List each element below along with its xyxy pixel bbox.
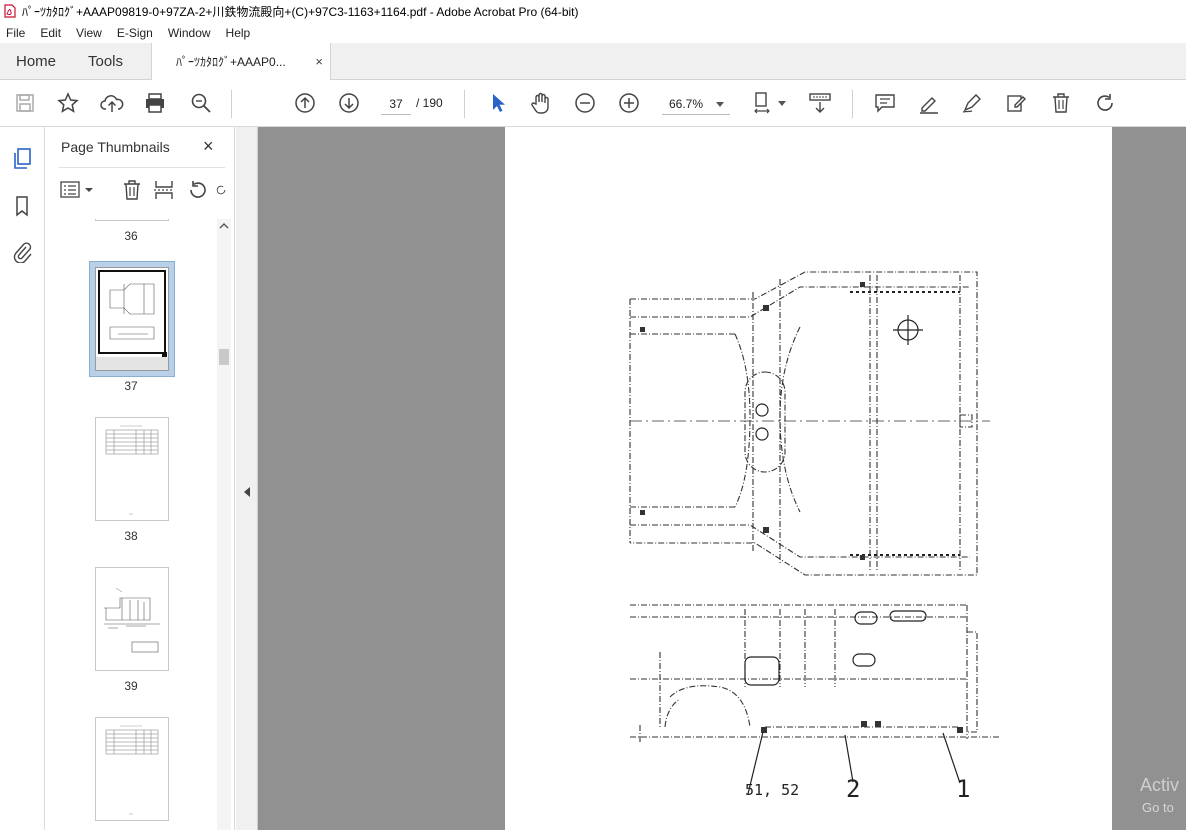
thumbnail-page-number: 37 bbox=[124, 379, 138, 393]
tab-document[interactable]: ﾊﾟｰﾂｶﾀﾛｸﾞ+AAAP0... × bbox=[151, 43, 331, 80]
activation-watermark-sub: Go to bbox=[1142, 800, 1174, 815]
zoom-search-icon[interactable] bbox=[189, 91, 213, 115]
window-title: ﾊﾟｰﾂｶﾀﾛｸﾞ+AAAP09819-0+97ZA-2+川鉄物流殿向+(C)+… bbox=[22, 4, 579, 19]
pdf-page: 51, 52 2 1 bbox=[505, 127, 1112, 830]
scroll-mode-icon[interactable] bbox=[808, 91, 832, 115]
callout-label-51-52: 51, 52 bbox=[745, 781, 800, 799]
draw-freehand-icon[interactable] bbox=[960, 91, 984, 115]
chevron-down-icon bbox=[716, 102, 724, 107]
rotate-page-icon[interactable] bbox=[187, 179, 209, 201]
thumbnail-page-36[interactable] bbox=[95, 219, 169, 221]
more-tools-icon[interactable] bbox=[215, 179, 227, 201]
tab-document-label: ﾊﾟｰﾂｶﾀﾛｸﾞ+AAAP0... bbox=[176, 55, 286, 69]
thumbnail-list: 36 37 38 39 bbox=[45, 219, 217, 830]
next-page-icon[interactable] bbox=[337, 91, 361, 115]
main-toolbar: 37 / 190 66.7% bbox=[0, 81, 1186, 127]
scrollbar-thumb[interactable] bbox=[219, 349, 229, 365]
bookmark-star-icon[interactable] bbox=[56, 91, 80, 115]
callout-label-2: 2 bbox=[846, 775, 861, 803]
menu-file[interactable]: File bbox=[4, 26, 27, 40]
split-page-icon[interactable] bbox=[153, 179, 175, 201]
page-thumbnails-icon[interactable] bbox=[10, 147, 34, 171]
thumbnail-page-number: 39 bbox=[124, 679, 138, 693]
page-thumbnails-panel: Page Thumbnails × 36 37 38 39 bbox=[45, 127, 235, 830]
edit-pdf-icon[interactable] bbox=[1004, 91, 1028, 115]
rotate-icon[interactable] bbox=[1093, 91, 1117, 115]
save-icon[interactable] bbox=[13, 91, 37, 115]
menu-help[interactable]: Help bbox=[224, 26, 253, 40]
bookmarks-icon[interactable] bbox=[10, 194, 34, 218]
comment-icon[interactable] bbox=[873, 91, 897, 115]
highlight-pen-icon[interactable] bbox=[917, 91, 941, 115]
activation-watermark: Activ bbox=[1140, 775, 1180, 795]
zoom-in-icon[interactable] bbox=[617, 91, 641, 115]
thumbnail-page-38[interactable] bbox=[95, 417, 169, 521]
tab-tools[interactable]: Tools bbox=[88, 53, 123, 70]
panel-divider bbox=[59, 167, 225, 168]
callout-label-1: 1 bbox=[956, 775, 971, 803]
menu-window[interactable]: Window bbox=[166, 26, 213, 40]
print-icon[interactable] bbox=[143, 91, 167, 115]
menu-esign[interactable]: E-Sign bbox=[115, 26, 155, 40]
toolbar-separator bbox=[852, 90, 853, 118]
delete-page-icon[interactable] bbox=[121, 179, 143, 201]
panel-title: Page Thumbnails bbox=[61, 139, 170, 155]
page-fit-icon[interactable] bbox=[752, 91, 776, 115]
zoom-out-icon[interactable] bbox=[573, 91, 597, 115]
scroll-up-icon[interactable] bbox=[219, 221, 229, 231]
tab-bar: Home Tools ﾊﾟｰﾂｶﾀﾛｸﾞ+AAAP0... × bbox=[0, 43, 1186, 80]
menu-bar: File Edit View E-Sign Window Help bbox=[0, 22, 1186, 43]
thumbnail-page-40[interactable] bbox=[95, 717, 169, 821]
upload-cloud-icon[interactable] bbox=[100, 91, 124, 115]
zoom-level-value: 66.7% bbox=[669, 97, 704, 111]
select-cursor-icon[interactable] bbox=[486, 91, 510, 115]
close-panel-icon[interactable]: × bbox=[203, 136, 214, 157]
menu-edit[interactable]: Edit bbox=[38, 26, 63, 40]
page-number-input[interactable]: 37 bbox=[381, 93, 411, 115]
attachments-paperclip-icon[interactable] bbox=[10, 240, 34, 264]
toolbar-separator bbox=[464, 90, 465, 118]
thumbnail-page-number: 38 bbox=[124, 529, 138, 543]
toolbar-separator bbox=[231, 90, 232, 118]
thumbnail-page-number: 36 bbox=[124, 229, 138, 243]
frame-drawing bbox=[629, 271, 1000, 795]
thumbnail-page-39[interactable] bbox=[95, 567, 169, 671]
hand-tool-icon[interactable] bbox=[529, 91, 553, 115]
collapse-panel-handle[interactable] bbox=[236, 127, 258, 830]
title-bar: ﾊﾟｰﾂｶﾀﾛｸﾞ+AAAP09819-0+97ZA-2+川鉄物流殿向+(C)+… bbox=[0, 0, 1186, 22]
acrobat-pdf-icon bbox=[4, 4, 16, 18]
thumbnail-page-37-selected[interactable] bbox=[89, 261, 175, 377]
left-nav-strip bbox=[0, 127, 45, 830]
close-tab-icon[interactable]: × bbox=[315, 54, 323, 69]
thumbnail-scrollbar[interactable] bbox=[217, 219, 231, 830]
chevron-down-icon[interactable] bbox=[778, 101, 786, 106]
page-total: / 190 bbox=[416, 96, 443, 110]
thumbnail-options-menu-icon[interactable] bbox=[59, 179, 95, 201]
menu-view[interactable]: View bbox=[74, 26, 104, 40]
tab-home[interactable]: Home bbox=[16, 53, 56, 70]
chevron-left-icon bbox=[244, 487, 250, 497]
previous-page-icon[interactable] bbox=[293, 91, 317, 115]
delete-trash-icon[interactable] bbox=[1049, 91, 1073, 115]
zoom-level-select[interactable]: 66.7% bbox=[662, 93, 730, 115]
